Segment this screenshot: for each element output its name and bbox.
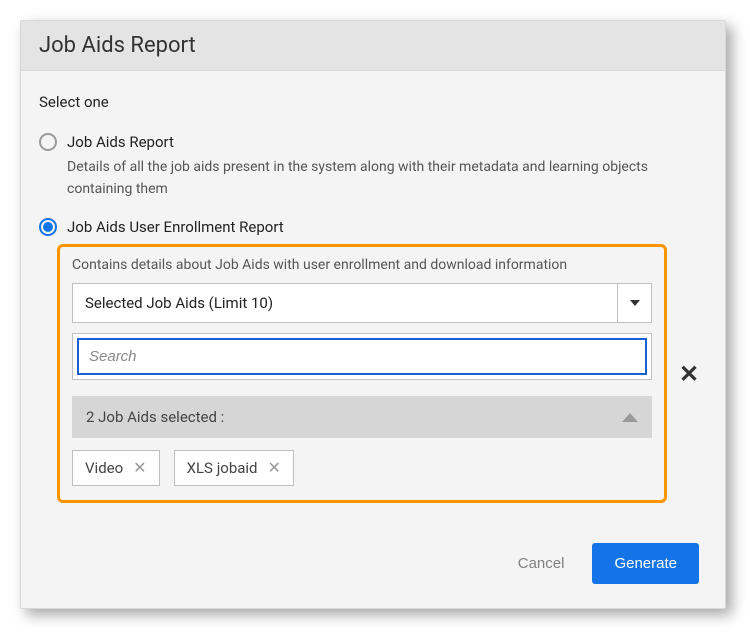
chip-remove-icon[interactable]: ✕: [133, 460, 146, 476]
dropdown-selected-text: Selected Job Aids (Limit 10): [72, 283, 618, 323]
dialog-footer: Cancel Generate: [21, 521, 725, 608]
report-type-radio-group: Job Aids Report Details of all the job a…: [39, 133, 707, 503]
radio-dot-icon: [43, 222, 53, 232]
dialog-title: Job Aids Report: [39, 33, 707, 58]
dropdown-toggle-button[interactable]: [618, 283, 652, 323]
dialog-header: Job Aids Report: [21, 21, 725, 71]
generate-button[interactable]: Generate: [592, 543, 699, 584]
chip-label: XLS jobaid: [187, 459, 258, 477]
enrollment-config-panel: Contains details about Job Aids with use…: [57, 244, 667, 503]
search-input[interactable]: [77, 338, 647, 375]
enrollment-description: Contains details about Job Aids with use…: [72, 257, 652, 273]
radio-label: Job Aids Report: [67, 133, 174, 151]
select-one-label: Select one: [39, 93, 707, 111]
job-aids-report-dialog: Job Aids Report Select one Job Aids Repo…: [20, 20, 726, 609]
search-wrapper: [72, 333, 652, 380]
caret-up-icon: [622, 413, 638, 422]
radio-icon[interactable]: [39, 133, 57, 151]
dialog-body: Select one Job Aids Report Details of al…: [21, 71, 725, 521]
chip-label: Video: [85, 459, 123, 477]
chip-remove-icon[interactable]: ✕: [268, 460, 281, 476]
radio-option-job-aids-report[interactable]: Job Aids Report Details of all the job a…: [39, 133, 707, 200]
selected-chips: Video ✕ XLS jobaid ✕: [72, 450, 652, 486]
clear-selection-button[interactable]: ✕: [673, 360, 705, 388]
radio-option-enrollment-report[interactable]: Job Aids User Enrollment Report: [39, 218, 707, 236]
selected-summary-bar[interactable]: 2 Job Aids selected :: [72, 396, 652, 438]
chevron-down-icon: [630, 300, 640, 306]
radio-icon-selected[interactable]: [39, 218, 57, 236]
radio-description: Details of all the job aids present in t…: [67, 157, 707, 200]
selected-count-label: 2 Job Aids selected :: [86, 408, 224, 426]
radio-label: Job Aids User Enrollment Report: [67, 218, 284, 236]
chip-xls-jobaid: XLS jobaid ✕: [174, 450, 294, 486]
chip-video: Video ✕: [72, 450, 160, 486]
cancel-button[interactable]: Cancel: [518, 555, 565, 572]
job-aids-dropdown[interactable]: Selected Job Aids (Limit 10): [72, 283, 652, 323]
enrollment-config-row: Contains details about Job Aids with use…: [39, 244, 707, 503]
